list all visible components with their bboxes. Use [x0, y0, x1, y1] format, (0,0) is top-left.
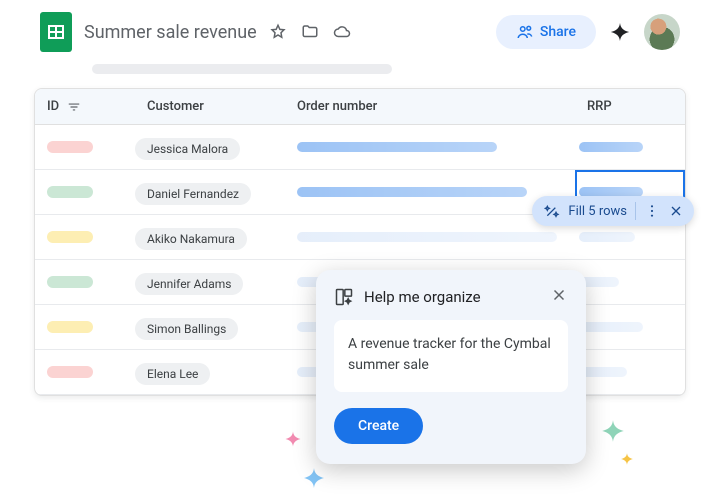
close-icon	[550, 286, 568, 304]
sparkle-decoration-icon	[302, 466, 326, 490]
sheets-logo-icon	[40, 12, 72, 52]
customer-pill: Jennifer Adams	[135, 273, 243, 295]
order-bar	[297, 142, 497, 152]
share-label: Share	[540, 24, 576, 40]
order-cell[interactable]	[285, 232, 575, 242]
id-pill	[47, 321, 93, 333]
id-pill	[47, 141, 93, 153]
share-button[interactable]: Share	[496, 15, 596, 49]
id-cell[interactable]	[35, 321, 135, 333]
customer-cell[interactable]: Elena Lee	[135, 363, 285, 382]
col-rrp[interactable]: RRP	[575, 89, 685, 124]
rrp-bar	[579, 367, 627, 377]
customer-cell[interactable]: Jessica Malora	[135, 138, 285, 157]
prompt-input[interactable]: A revenue tracker for the Cymbal summer …	[334, 320, 568, 392]
customer-cell[interactable]: Akiko Nakamura	[135, 228, 285, 247]
header-row: ID Customer Order number RRP	[35, 89, 685, 125]
rrp-bar	[579, 232, 635, 242]
sparkle-decoration-icon	[620, 452, 634, 466]
table-row[interactable]: Jessica Malora	[35, 125, 685, 170]
customer-cell[interactable]: Daniel Fernandez	[135, 183, 285, 202]
cloud-status-icon[interactable]	[333, 23, 351, 41]
id-pill	[47, 231, 93, 243]
close-chip-icon[interactable]	[668, 203, 684, 219]
id-cell[interactable]	[35, 186, 135, 198]
col-order[interactable]: Order number	[285, 89, 575, 124]
customer-cell[interactable]: Simon Ballings	[135, 318, 285, 337]
more-vert-icon[interactable]	[644, 203, 660, 219]
col-id-label: ID	[47, 99, 59, 114]
id-cell[interactable]	[35, 141, 135, 153]
col-customer-label: Customer	[147, 99, 204, 114]
col-rrp-label: RRP	[587, 99, 612, 114]
magic-wand-icon	[544, 203, 560, 219]
rrp-cell[interactable]	[575, 260, 685, 304]
organize-icon	[334, 287, 354, 307]
rrp-bar	[579, 322, 643, 332]
move-folder-icon[interactable]	[301, 23, 319, 41]
customer-pill: Elena Lee	[135, 363, 210, 385]
help-me-organize-panel: Help me organize A revenue tracker for t…	[316, 270, 586, 464]
gemini-icon[interactable]	[608, 20, 632, 44]
col-customer[interactable]: Customer	[135, 89, 285, 124]
create-button[interactable]: Create	[334, 408, 423, 444]
fill-suggestion-chip[interactable]: Fill 5 rows	[532, 196, 694, 226]
customer-pill: Akiko Nakamura	[135, 228, 247, 250]
toolbar-placeholder	[92, 64, 392, 74]
order-cell[interactable]	[285, 142, 575, 152]
people-icon	[516, 23, 534, 41]
id-cell[interactable]	[35, 231, 135, 243]
sparkle-decoration-icon	[284, 430, 302, 448]
fill-chip-label: Fill 5 rows	[568, 204, 627, 219]
star-icon[interactable]	[269, 23, 287, 41]
filter-icon[interactable]	[67, 100, 81, 114]
rrp-cell[interactable]	[575, 305, 685, 349]
document-title[interactable]: Summer sale revenue	[84, 22, 257, 43]
order-bar	[297, 187, 527, 197]
id-pill	[47, 276, 93, 288]
account-avatar[interactable]	[644, 14, 680, 50]
chip-divider	[635, 202, 636, 220]
id-cell[interactable]	[35, 366, 135, 378]
col-order-label: Order number	[297, 99, 377, 114]
customer-pill: Simon Ballings	[135, 318, 238, 340]
close-panel-button[interactable]	[550, 286, 568, 308]
order-cell[interactable]	[285, 187, 575, 197]
order-bar	[297, 232, 557, 242]
customer-pill: Daniel Fernandez	[135, 183, 251, 205]
id-pill	[47, 186, 93, 198]
customer-pill: Jessica Malora	[135, 138, 240, 160]
rrp-bar	[579, 142, 643, 152]
rrp-cell[interactable]	[575, 125, 685, 169]
panel-title: Help me organize	[364, 288, 540, 306]
id-cell[interactable]	[35, 276, 135, 288]
id-pill	[47, 366, 93, 378]
customer-cell[interactable]: Jennifer Adams	[135, 273, 285, 292]
sparkle-decoration-icon	[600, 418, 626, 444]
col-id[interactable]: ID	[35, 89, 135, 124]
rrp-cell[interactable]	[575, 350, 685, 394]
